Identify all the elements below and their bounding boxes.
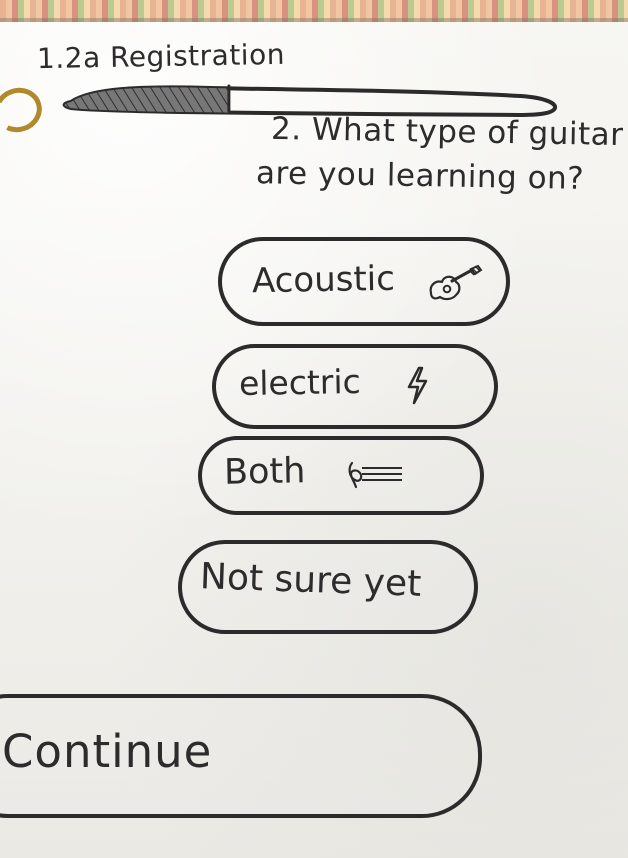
binder-ring-icon <box>0 81 48 139</box>
continue-label: Continue <box>2 725 213 778</box>
continue-button[interactable]: Continue <box>0 694 482 818</box>
option-both-button[interactable]: Both <box>198 436 484 515</box>
guitar-icon <box>429 264 483 301</box>
question-line-1: 2. What type of guitar <box>270 110 624 154</box>
music-note-icon <box>348 461 402 489</box>
notebook-page: 1.2a Registration 2. What type of guitar… <box>0 0 628 858</box>
option-label: Acoustic <box>251 258 396 302</box>
option-label: Both <box>223 451 306 493</box>
option-label: Not sure yet <box>199 556 422 605</box>
option-not-sure-yet-button[interactable]: Not sure yet <box>178 540 478 634</box>
option-electric-button[interactable]: electric <box>212 344 498 429</box>
question-line-2: are you learning on? <box>255 155 585 197</box>
option-label: electric <box>238 361 362 404</box>
top-edge-shadow <box>0 18 628 22</box>
lightning-icon <box>407 366 428 405</box>
option-acoustic-button[interactable]: Acoustic <box>218 237 510 326</box>
page-title: 1.2a Registration <box>36 37 286 76</box>
